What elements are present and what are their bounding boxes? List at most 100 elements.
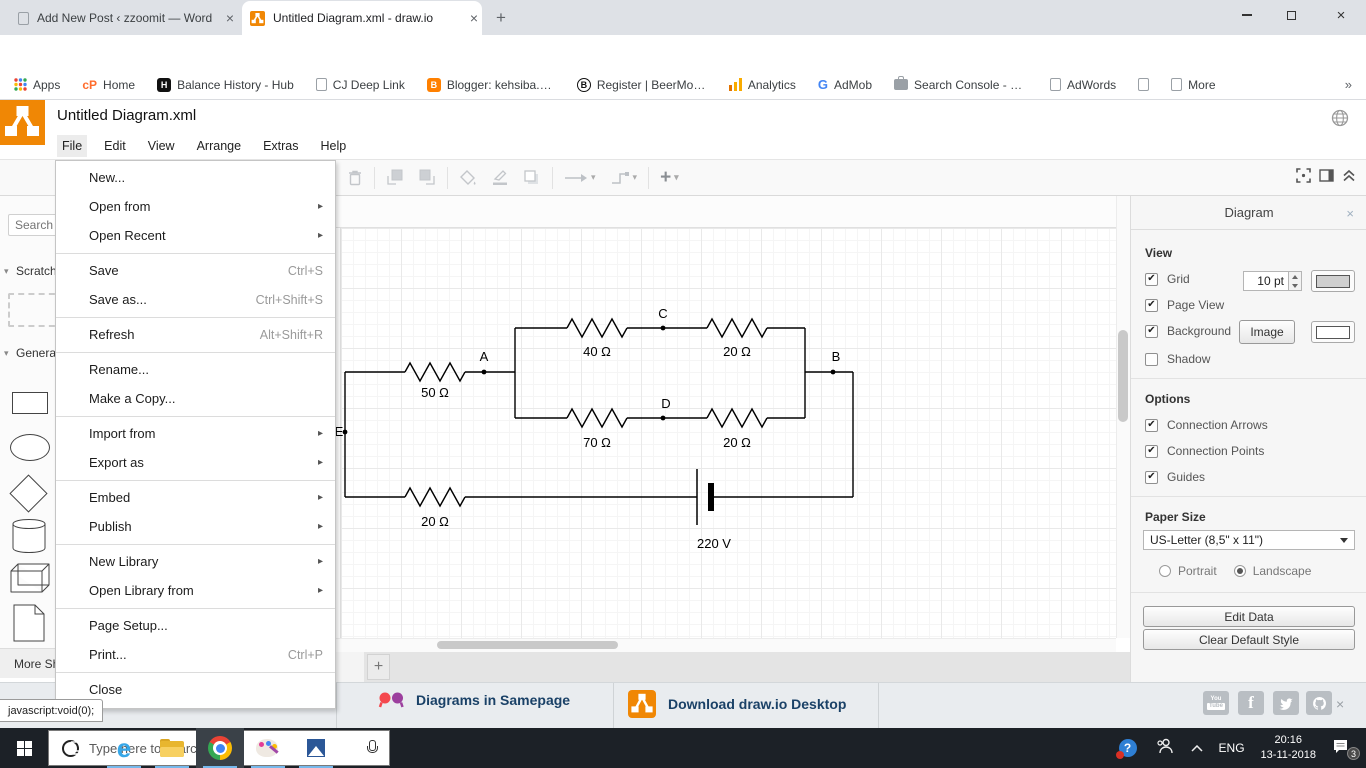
twitter-icon[interactable] [1273,691,1299,715]
close-tab-icon[interactable]: × [222,11,238,25]
language-indicator[interactable]: ENG [1219,741,1245,755]
samepage-banner-link[interactable]: Diagrams in Samepage [378,691,570,709]
waypoint-style-dropdown[interactable]: ▾ [603,160,645,196]
close-footer-icon[interactable]: × [1336,696,1344,712]
to-back-button[interactable] [411,160,443,196]
menu-item-save-as[interactable]: Save as... Ctrl+Shift+S [56,285,335,314]
menu-item-open-library-from[interactable]: Open Library from ▸ [56,576,335,605]
help-tray-icon[interactable]: ? [1115,738,1138,759]
battery-symbol[interactable] [696,469,714,525]
fill-color-button[interactable] [452,160,484,196]
node-label-d[interactable]: D [661,396,670,411]
window-maximize-button[interactable] [1276,2,1306,28]
horizontal-scrollbar-thumb[interactable] [437,641,618,649]
connection-style-dropdown[interactable]: ▾ [557,160,603,196]
to-front-button[interactable] [379,160,411,196]
grid-size-input[interactable]: 10 pt [1243,271,1289,291]
menu-item-make-a-copy[interactable]: Make a Copy... [56,384,335,413]
microphone-icon[interactable] [367,740,378,756]
connection-arrows-checkbox[interactable]: ✔ [1145,418,1158,432]
menu-item-import-from[interactable]: Import from ▸ [56,419,335,448]
photos-taskbar-icon[interactable] [292,728,340,768]
resistor-value-50[interactable]: 50 Ω [421,385,449,400]
circuit-diagram[interactable]: A B C D E 50 Ω 40 Ω 20 Ω 70 Ω 20 Ω 20 Ω … [336,196,1116,638]
chrome-taskbar-icon[interactable] [196,728,244,768]
grid-color-swatch[interactable] [1311,270,1355,292]
node-label-e[interactable]: E [336,424,344,439]
bookmark-more[interactable]: More [1171,78,1216,92]
fullscreen-icon[interactable] [1296,168,1311,188]
start-button[interactable] [0,728,48,768]
bookmark-admob[interactable]: G AdMob [818,77,872,92]
desktop-banner-link[interactable]: Download draw.io Desktop [628,690,846,718]
edge-taskbar-icon[interactable]: e [100,728,148,768]
background-checkbox[interactable]: ✔ [1145,324,1158,338]
bookmark-adwords[interactable]: AdWords [1050,78,1116,92]
bookmark-analytics[interactable]: Analytics [728,78,796,92]
facebook-icon[interactable]: f [1238,691,1264,715]
bookmark-blogger[interactable]: B Blogger: kehsiba. - Al [426,77,555,92]
connection-points-checkbox[interactable]: ✔ [1145,444,1158,458]
menu-extras[interactable]: Extras [258,135,303,157]
menu-view[interactable]: View [143,135,180,157]
tab-drawio[interactable]: Untitled Diagram.xml - draw.io × [242,1,482,35]
page-view-checkbox[interactable]: ✔ [1145,298,1158,312]
close-panel-icon[interactable]: × [1346,206,1354,221]
resistor-value-20-bottom[interactable]: 20 Ω [723,435,751,450]
shadow-checkbox[interactable] [1145,352,1158,366]
menu-file[interactable]: File [57,135,88,157]
menu-item-export-as[interactable]: Export as ▸ [56,448,335,477]
task-view-button[interactable] [52,728,100,768]
menu-item-new-library[interactable]: New Library ▸ [56,547,335,576]
notification-center-icon[interactable]: 3 [1332,738,1360,760]
menu-item-publish[interactable]: Publish ▸ [56,512,335,541]
tray-expand-icon[interactable] [1191,739,1203,757]
youtube-icon[interactable]: You Tube [1203,691,1229,715]
menu-arrange[interactable]: Arrange [192,135,246,157]
close-tab-icon[interactable]: × [466,11,482,25]
resistor-value-70[interactable]: 70 Ω [583,435,611,450]
paint3d-taskbar-icon[interactable] [244,728,292,768]
background-color-swatch[interactable] [1311,321,1355,343]
paper-size-select[interactable]: US-Letter (8,5" x 11") [1143,530,1355,550]
menu-help[interactable]: Help [316,135,352,157]
file-explorer-taskbar-icon[interactable] [148,728,196,768]
background-image-button[interactable]: Image [1239,320,1295,344]
landscape-radio[interactable] [1233,565,1246,577]
node-label-a[interactable]: A [480,349,489,364]
clear-default-style-button[interactable]: Clear Default Style [1143,629,1355,650]
menu-item-open-recent[interactable]: Open Recent ▸ [56,221,335,250]
shape-diamond[interactable] [9,474,48,513]
tab-wordpress[interactable]: Add New Post ‹ zzoomit — Word × [10,1,238,35]
bookmark-cpanel-home[interactable]: cP Home [82,78,135,92]
resistor-value-20-top[interactable]: 20 Ω [723,344,751,359]
bookmark-apps[interactable]: Apps [14,78,60,92]
insert-dropdown[interactable]: + ▾ [653,160,686,196]
battery-value[interactable]: 220 V [697,536,731,551]
format-panel-toggle-icon[interactable] [1319,169,1334,187]
window-close-button[interactable]: × [1326,2,1356,28]
bookmarks-overflow-icon[interactable]: » [1345,77,1352,92]
delete-button[interactable] [340,160,370,196]
menu-item-page-setup[interactable]: Page Setup... [56,611,335,640]
bookmark-beermoney[interactable]: B Register | BeerMoney [576,77,707,92]
resistor-value-40[interactable]: 40 Ω [583,344,611,359]
general-section[interactable]: General [16,346,59,360]
menu-item-print[interactable]: Print... Ctrl+P [56,640,335,669]
window-minimize-button[interactable] [1232,2,1262,28]
bookmark-balance-history[interactable]: H Balance History - Hub [157,77,294,92]
menu-edit[interactable]: Edit [99,135,131,157]
node-label-c[interactable]: C [658,306,667,321]
line-color-button[interactable] [484,160,516,196]
grid-size-stepper[interactable] [1289,271,1302,291]
collapse-toolbar-icon[interactable] [1342,169,1356,187]
people-tray-icon[interactable] [1156,738,1173,759]
shadow-button[interactable] [516,160,548,196]
node-label-b[interactable]: B [832,349,841,364]
github-icon[interactable] [1306,691,1332,715]
bookmark-search-console[interactable]: Search Console - Das [894,76,1028,92]
grid-checkbox[interactable]: ✔ [1145,272,1158,286]
menu-item-rename[interactable]: Rename... [56,355,335,384]
clock[interactable]: 20:16 13-11-2018 [1261,733,1316,763]
menu-item-embed[interactable]: Embed ▸ [56,483,335,512]
